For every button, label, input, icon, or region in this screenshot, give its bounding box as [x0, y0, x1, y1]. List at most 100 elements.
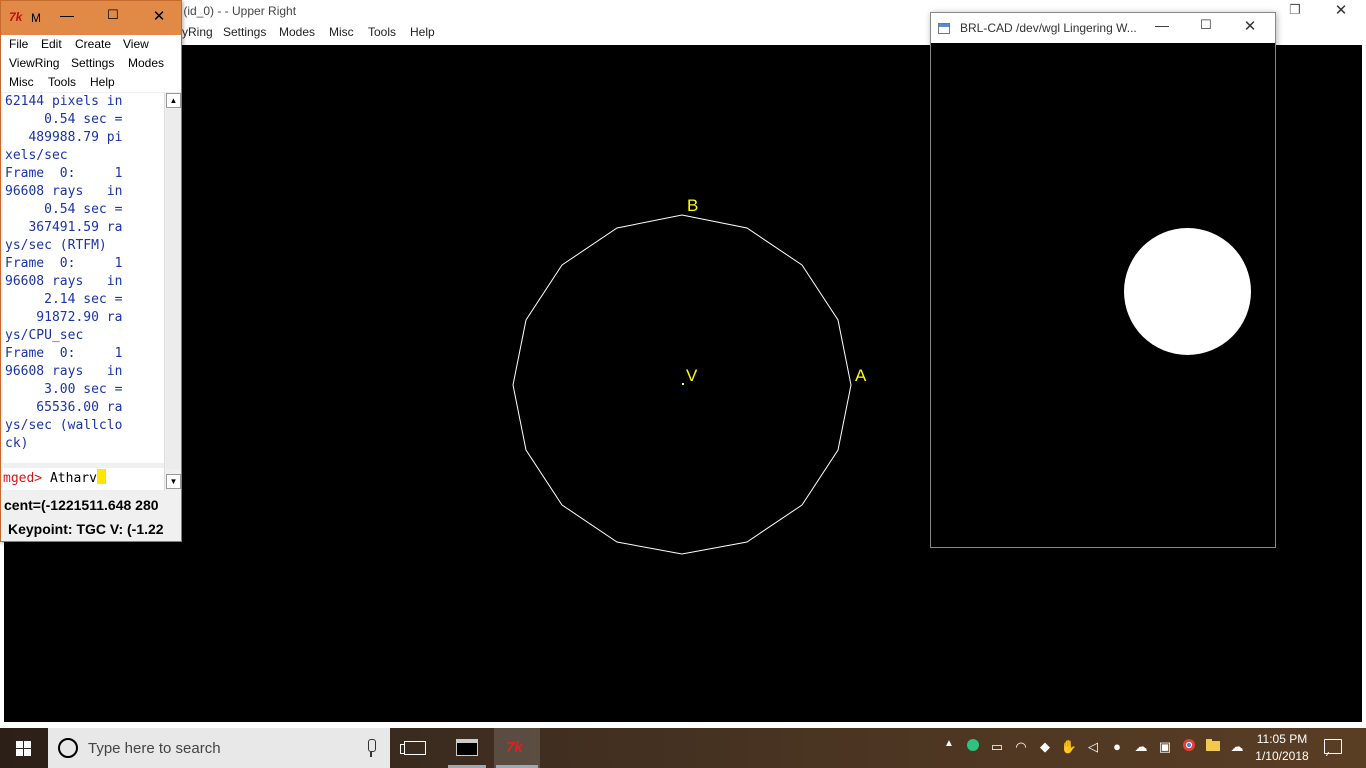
folder-icon[interactable] — [1204, 738, 1222, 756]
tk-logo-icon: 7k — [506, 739, 523, 756]
maximize-icon[interactable]: ☐ — [1195, 17, 1217, 39]
text-cursor — [96, 469, 106, 484]
tk-logo-icon: 7k — [9, 10, 23, 24]
output-line: Frame 0: 1 — [5, 346, 123, 361]
close-icon[interactable]: ✕ — [1330, 0, 1352, 22]
center-point — [682, 383, 684, 385]
restore-icon[interactable]: ❐ — [1284, 0, 1306, 22]
menu-modes[interactable]: Modes — [279, 25, 315, 39]
menu-file[interactable]: File — [9, 37, 28, 51]
search-placeholder: Type here to search — [88, 740, 221, 757]
task-view-icon[interactable] — [400, 741, 426, 755]
close-icon[interactable]: ✕ — [147, 7, 171, 29]
output-line: 2.14 sec = — [5, 292, 123, 307]
taskbar-app-command-prompt[interactable] — [446, 728, 488, 768]
vertex-label-a: A — [855, 366, 867, 385]
output-line: 367491.59 ra — [5, 220, 123, 235]
chevron-up-icon[interactable]: ▲ — [944, 738, 954, 749]
menu-viewring[interactable]: ViewRing — [9, 56, 59, 70]
output-line: 96608 rays in — [5, 184, 123, 199]
onedrive-icon[interactable]: ☁ — [1132, 738, 1150, 756]
shield-icon[interactable]: ◆ — [1036, 738, 1054, 756]
microphone-icon[interactable] — [366, 739, 376, 757]
menu-create[interactable]: Create — [75, 37, 111, 51]
menu-tools[interactable]: Tools — [368, 25, 396, 39]
fox-icon[interactable]: ● — [1108, 738, 1126, 756]
taskbar: Type here to search 7k ▲ ▭ ◠ ◆ ✋ ◁ ● ☁ ▣… — [0, 728, 1366, 768]
maximize-icon[interactable]: ☐ — [101, 7, 125, 29]
menu-tools[interactable]: Tools — [48, 75, 76, 89]
output-line: 91872.90 ra — [5, 310, 123, 325]
command-window-menubar: File Edit Create View ViewRing Settings … — [1, 35, 181, 92]
scroll-thumb[interactable] — [166, 109, 181, 469]
desktop: v (id_0) - - Upper Right ❐ ✕ yRing Setti… — [0, 0, 1366, 768]
taskbar-search[interactable]: Type here to search — [48, 728, 390, 768]
output-line: 96608 rays in — [5, 274, 123, 289]
chat-icon[interactable] — [964, 738, 982, 756]
menu-settings[interactable]: Settings — [71, 56, 114, 70]
menu-help[interactable]: Help — [410, 25, 435, 39]
vertex-label-v: V — [686, 366, 698, 385]
output-line: 3.00 sec = — [5, 382, 123, 397]
output-line: ys/sec (RTFM) — [5, 238, 107, 253]
menu-edit[interactable]: Edit — [41, 37, 62, 51]
menu-misc[interactable]: Misc — [329, 25, 354, 39]
output-line: ys/sec (wallclo — [5, 418, 123, 433]
clock-time[interactable]: 11:05 PM — [1256, 732, 1308, 746]
output-line: 65536.00 ra — [5, 400, 123, 415]
status-center: cent=(-1221511.648 280 — [1, 494, 181, 516]
close-icon[interactable]: ✕ — [1239, 17, 1261, 39]
taskbar-app-mged[interactable]: 7k — [494, 728, 540, 768]
command-output[interactable]: 62144 pixels in 0.54 sec = 489988.79 pi x… — [3, 93, 164, 463]
windows-logo-icon — [16, 741, 32, 756]
command-input-text[interactable]: Atharv — [50, 471, 97, 486]
output-line: xels/sec — [5, 148, 68, 163]
output-line: 489988.79 pi — [5, 130, 123, 145]
mged-command-window: 7k M — ☐ ✕ File Edit Create View ViewRin… — [0, 0, 182, 542]
output-line: 0.54 sec = — [5, 202, 123, 217]
command-prompt: mged> — [3, 471, 50, 486]
chrome-icon[interactable] — [1180, 738, 1198, 756]
minimize-icon[interactable]: — — [55, 7, 79, 29]
command-input[interactable]: mged> Atharv — [3, 468, 164, 490]
command-scrollbar[interactable]: ▲ ▼ — [164, 93, 181, 491]
raytraced-disc — [1124, 228, 1251, 355]
status-keypoint: Keypoint: TGC V: (-1.22 — [1, 518, 181, 540]
notification-icon[interactable] — [1324, 739, 1342, 754]
menu-help[interactable]: Help — [90, 75, 115, 89]
monitor-icon[interactable]: ▣ — [1156, 738, 1174, 756]
command-window-titlebar[interactable]: 7k M — ☐ ✕ — [1, 1, 181, 35]
scroll-up-arrow-icon[interactable]: ▲ — [166, 93, 181, 108]
raytrace-image — [931, 43, 1275, 547]
output-line: 0.54 sec = — [5, 112, 123, 127]
framebuffer-window-titlebar[interactable]: BRL-CAD /dev/wgl Lingering W... — ☐ ✕ — [931, 13, 1275, 43]
output-line: Frame 0: 1 — [5, 256, 123, 271]
command-window-title: M — [31, 11, 41, 25]
clock-date[interactable]: 1/10/2018 — [1252, 749, 1312, 763]
framebuffer-window: BRL-CAD /dev/wgl Lingering W... — ☐ ✕ — [930, 12, 1276, 548]
output-line: Frame 0: 1 — [5, 166, 123, 181]
scroll-down-arrow-icon[interactable]: ▼ — [166, 474, 181, 489]
menu-modes[interactable]: Modes — [128, 56, 164, 70]
command-prompt-icon — [456, 739, 478, 756]
start-button[interactable] — [0, 728, 48, 768]
menu-settings[interactable]: Settings — [223, 25, 266, 39]
volume-icon[interactable]: ◁ — [1084, 738, 1102, 756]
wifi-icon[interactable]: ◠ — [1012, 738, 1030, 756]
menu-viewring[interactable]: yRing — [182, 25, 213, 39]
menu-view[interactable]: View — [123, 37, 149, 51]
output-line: ck) — [5, 436, 29, 451]
window-icon — [938, 23, 950, 34]
battery-icon[interactable]: ▭ — [988, 738, 1006, 756]
graphics-window-title: v (id_0) - - Upper Right — [174, 4, 297, 18]
framebuffer-window-title: BRL-CAD /dev/wgl Lingering W... — [960, 21, 1137, 35]
vertex-label-b: B — [687, 196, 698, 215]
hand-icon[interactable]: ✋ — [1060, 738, 1078, 756]
menu-misc[interactable]: Misc — [9, 75, 34, 89]
system-tray: ▭ ◠ ◆ ✋ ◁ ● ☁ ▣ ☁ — [964, 738, 1254, 758]
output-line: 96608 rays in — [5, 364, 123, 379]
cloud-icon[interactable]: ☁ — [1228, 738, 1246, 756]
search-icon — [58, 738, 78, 758]
minimize-icon[interactable]: — — [1151, 17, 1173, 39]
output-line: ys/CPU_sec — [5, 328, 84, 343]
